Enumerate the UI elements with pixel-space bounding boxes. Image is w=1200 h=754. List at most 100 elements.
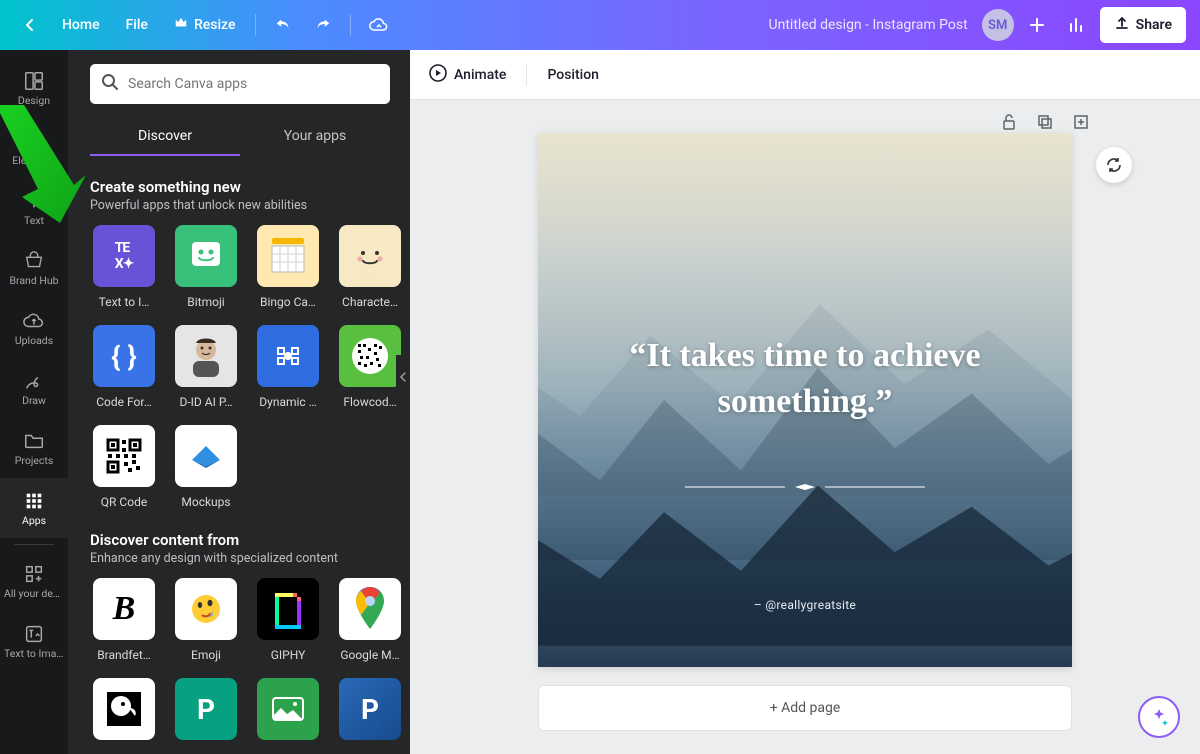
giphy-icon <box>257 578 319 640</box>
animate-icon <box>428 63 448 87</box>
lock-button[interactable] <box>1000 113 1018 135</box>
app-qrcode[interactable]: QR Code <box>90 425 158 509</box>
app-emoji[interactable]: Emoji <box>172 578 240 662</box>
quote-text[interactable]: “It takes time to achieve something.” <box>578 333 1032 425</box>
user-avatar[interactable]: SM <box>982 9 1014 41</box>
separator <box>350 14 351 36</box>
share-button[interactable]: Share <box>1100 7 1186 43</box>
position-button[interactable]: Position <box>547 67 599 83</box>
tab-yourapps[interactable]: Your apps <box>240 118 390 156</box>
add-page-button[interactable]: + Add page <box>538 685 1072 731</box>
panel-collapse-button[interactable] <box>396 355 410 399</box>
rail-brandhub-label: Brand Hub <box>7 275 60 287</box>
new-page-button[interactable] <box>1072 113 1090 135</box>
app-label: Text to I… <box>90 295 158 309</box>
app-character[interactable]: Characte… <box>336 225 404 309</box>
attribution-text[interactable]: – @reallygreatsite <box>538 598 1072 612</box>
design-page[interactable]: “It takes time to achieve something.” – … <box>538 133 1072 667</box>
cloud-sync-icon[interactable] <box>361 9 397 41</box>
rail-elements[interactable]: Elements <box>0 118 68 178</box>
home-label: Home <box>62 17 100 33</box>
apps-grid-create: TEX✦Text to I… Bitmoji Bingo Ca… Charact… <box>90 225 390 509</box>
app-mockups[interactable]: Mockups <box>172 425 240 509</box>
tab-discover[interactable]: Discover <box>90 118 240 156</box>
topbar-left: Home File Resize <box>14 9 397 41</box>
app-googlemaps[interactable]: Google M… <box>336 578 404 662</box>
resize-label: Resize <box>194 17 236 33</box>
app-flowcode[interactable]: Flowcod… <box>336 325 404 409</box>
canvas-area: Animate Position “It takes time to achie… <box>410 50 1200 754</box>
app-bitmoji[interactable]: Bitmoji <box>172 225 240 309</box>
pixabay-icon <box>257 678 319 740</box>
rail-uploads[interactable]: Uploads <box>0 298 68 358</box>
app-label: Code For… <box>90 395 158 409</box>
separator <box>526 64 527 86</box>
search-input[interactable] <box>128 76 380 92</box>
home-button[interactable]: Home <box>52 11 110 39</box>
rail-draw[interactable]: Draw <box>0 358 68 418</box>
file-menu[interactable]: File <box>116 11 158 39</box>
app-label: GIPHY <box>254 648 322 662</box>
redo-button[interactable] <box>306 10 340 40</box>
app-pixabay[interactable] <box>254 678 322 740</box>
animate-button[interactable]: Animate <box>428 63 506 87</box>
app-label: Dynamic … <box>254 395 322 409</box>
rail-uploads-label: Uploads <box>13 335 55 347</box>
app-text-to-image[interactable]: TEX✦Text to I… <box>90 225 158 309</box>
duplicate-button[interactable] <box>1036 113 1054 135</box>
brandfetch-icon: B <box>93 578 155 640</box>
app-label: D-ID AI P… <box>172 395 240 409</box>
app-label: QR Code <box>90 495 158 509</box>
app-bingo[interactable]: Bingo Ca… <box>254 225 322 309</box>
magic-refresh-button[interactable] <box>1096 147 1132 183</box>
app-did[interactable]: D-ID AI P… <box>172 325 240 409</box>
prep-icon: P <box>339 678 401 740</box>
app-duck[interactable] <box>90 678 158 740</box>
app-dynamic[interactable]: Dynamic … <box>254 325 322 409</box>
app-pexels[interactable]: P <box>172 678 240 740</box>
separator <box>255 14 256 36</box>
code-icon: { } <box>93 325 155 387</box>
apps-panel: Discover Your apps Create something new … <box>68 50 410 754</box>
app-label: Google M… <box>336 648 404 662</box>
character-icon <box>339 225 401 287</box>
undo-button[interactable] <box>266 10 300 40</box>
did-icon <box>175 325 237 387</box>
app-label: Bitmoji <box>172 295 240 309</box>
rail-text[interactable]: Text <box>0 178 68 238</box>
rail-allyourdesigns-label: All your desi… <box>2 588 66 600</box>
resize-button[interactable]: Resize <box>164 10 246 40</box>
rail-design[interactable]: Design <box>0 58 68 118</box>
emoji-icon <box>175 578 237 640</box>
magic-fab-button[interactable] <box>1138 696 1180 738</box>
rail-text-label: Text <box>22 215 46 227</box>
app-brandfetch[interactable]: B Brandfet… <box>90 578 158 662</box>
rail-texttoimage[interactable]: Text to Image <box>0 611 68 671</box>
rail-brandhub[interactable]: Brand Hub <box>0 238 68 298</box>
rail-apps[interactable]: Apps <box>0 478 68 538</box>
document-title[interactable]: Untitled design - Instagram Post <box>769 17 968 33</box>
section-discover-subtitle: Enhance any design with specialized cont… <box>90 551 390 566</box>
app-prep[interactable]: P <box>336 678 404 740</box>
back-button[interactable] <box>14 11 46 39</box>
apps-grid-discover: BBrandfet… Emoji GIPHY Google M… P P <box>90 578 390 740</box>
rail-allyourdesigns[interactable]: All your desi… <box>0 551 68 611</box>
app-code-format[interactable]: { } Code For… <box>90 325 158 409</box>
rail-divider <box>14 544 54 545</box>
app-label: Emoji <box>172 648 240 662</box>
analytics-button[interactable] <box>1060 10 1094 40</box>
search-bar[interactable] <box>90 64 390 104</box>
app-giphy[interactable]: GIPHY <box>254 578 322 662</box>
section-create-title: Create something new <box>90 178 390 196</box>
canvas-toolbar: Animate Position <box>410 50 1200 99</box>
mockups-icon <box>175 425 237 487</box>
app-label: Brandfet… <box>90 648 158 662</box>
add-collaborator-button[interactable] <box>1020 10 1054 40</box>
share-label: Share <box>1136 17 1172 33</box>
rail-apps-label: Apps <box>20 515 48 527</box>
rail-projects[interactable]: Projects <box>0 418 68 478</box>
section-create-subtitle: Powerful apps that unlock new abilities <box>90 198 390 213</box>
position-label: Position <box>547 67 599 83</box>
page-actions <box>1000 113 1090 135</box>
left-rail: Design Elements Text Brand Hub Uploads D… <box>0 50 68 754</box>
